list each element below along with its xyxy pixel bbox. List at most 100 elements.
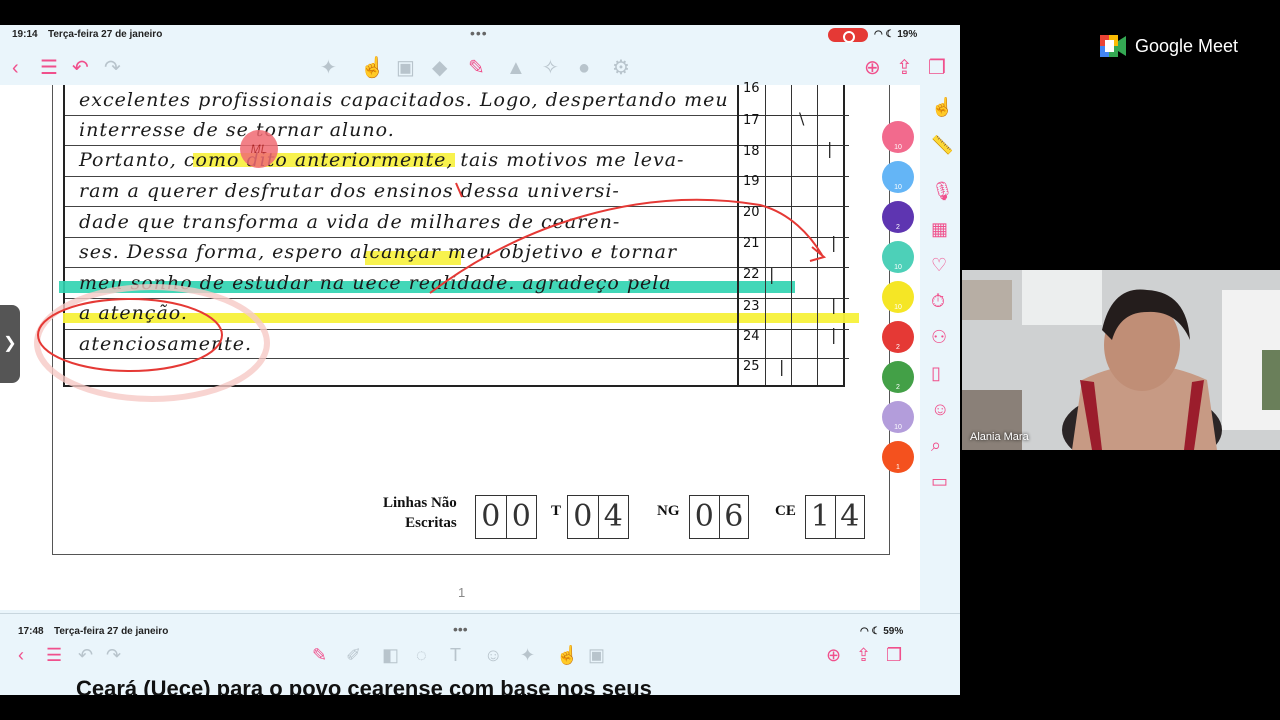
status-date: Terça-feira 27 de janeiro (48, 29, 163, 40)
battery-percent-2: 59% (883, 626, 904, 637)
google-meet-logo-icon (1100, 35, 1126, 57)
add-page-icon[interactable]: ⊕ (826, 642, 841, 668)
hand-icon[interactable]: ☝ (360, 55, 385, 81)
correction-stamp: ML (240, 130, 278, 168)
ng-label: NG (657, 503, 680, 519)
share-icon[interactable]: ⇪ (856, 642, 871, 668)
pen-swatch-orange[interactable] (882, 441, 914, 473)
ce-label: CE (775, 503, 796, 519)
participant-name: Alania Mara (970, 431, 1029, 443)
arrow-head (809, 246, 827, 262)
eraser-icon[interactable]: ◧ (382, 642, 399, 668)
glow-circle (34, 284, 270, 402)
linhas-score-box: 0 0 (475, 495, 537, 539)
participant-video[interactable]: Alania Mara (962, 270, 1280, 450)
status-battery: ◠ ☾ 19% (874, 29, 917, 40)
wifi-icon: ◠ ☾ (874, 29, 898, 40)
status-battery-2: ◠ ☾ 59% (860, 626, 903, 637)
lasso-icon[interactable]: ✦ (320, 55, 337, 81)
score-digit: 4 (840, 499, 860, 534)
meet-title: Google Meet (1135, 36, 1239, 56)
share-people-icon[interactable]: ⚇ (931, 327, 947, 348)
lasso-icon[interactable]: ◌ (416, 642, 427, 668)
pen-tool-icon[interactable]: ✎ (468, 55, 485, 81)
right-tool-strip: ☝ 📏 🎙 ▦ ♡ ⏱ ⚇ ▯ ☺ ⌕ ▭ ⚙ › (925, 85, 960, 695)
undo-icon[interactable]: ↶ (78, 642, 93, 668)
back-icon[interactable]: ‹ (12, 55, 19, 81)
score-digit: 0 (476, 496, 507, 538)
bookmark-icon[interactable]: ♡ (931, 255, 947, 276)
multitask-dots-icon[interactable]: ••• (453, 621, 468, 637)
second-ipad-bar: 17:48 Terça-feira 27 de janeiro ••• ◠ ☾ … (0, 613, 960, 695)
shapes-icon[interactable]: ✦ (520, 642, 535, 668)
document-icon[interactable]: ▯ (931, 363, 941, 384)
pen-swatch-pink[interactable] (882, 121, 914, 153)
hand-icon[interactable]: ☝ (556, 642, 578, 668)
microphone-icon[interactable]: 🎙 (931, 181, 954, 202)
score-digit: 4 (603, 499, 623, 534)
pen-swatch-green[interactable] (882, 361, 914, 393)
ng-score-box: 0 6 (689, 495, 749, 539)
menu-icon[interactable]: ☰ (46, 642, 62, 668)
highlighter-icon[interactable]: ▲ (506, 55, 526, 81)
presentation-icon[interactable]: ▭ (931, 471, 948, 492)
status-bar: 19:14 Terça-feira 27 de janeiro ••• ◠ ☾ … (0, 25, 960, 45)
t-score-box: 0 4 (567, 495, 629, 539)
pen-swatch-red[interactable] (882, 321, 914, 353)
shapes-icon[interactable]: ◆ (432, 55, 447, 81)
document-text-preview: Ceará (Uece) para o povo cearense com ba… (76, 676, 652, 695)
red-arrow-annotation (429, 198, 823, 294)
t-label: T (551, 503, 562, 519)
pen-swatch-blue[interactable] (882, 161, 914, 193)
ce-score-box: 1 4 (805, 495, 865, 539)
document-page[interactable]: ❯ excelentes profissionais capacitados. … (0, 81, 920, 610)
timer-icon[interactable]: ⏱ (931, 291, 945, 312)
red-circle-annotation (37, 298, 223, 372)
score-digit: 6 (724, 499, 744, 534)
page-number: 1 (458, 585, 466, 600)
pages-icon[interactable]: ❐ (928, 55, 946, 81)
mic-icon[interactable]: ● (578, 55, 590, 81)
wifi-icon: ◠ ☾ (860, 626, 884, 637)
text-icon[interactable]: T (450, 642, 461, 668)
multitask-dots-icon[interactable]: ••• (470, 25, 488, 41)
pen-swatch-teal[interactable] (882, 241, 914, 273)
sticker-icon[interactable]: ☺ (484, 642, 502, 668)
robot-icon[interactable]: ☺ (931, 399, 949, 420)
red-comma-mark (455, 182, 463, 198)
pencil-icon[interactable]: ✐ (346, 642, 361, 668)
add-page-icon[interactable]: ⊕ (864, 55, 881, 81)
score-digit: 0 (568, 496, 599, 538)
laser-icon[interactable]: ✧ (542, 55, 559, 81)
share-icon[interactable]: ⇪ (896, 55, 913, 81)
score-digit: 0 (690, 496, 720, 538)
menu-icon[interactable]: ☰ (40, 55, 58, 81)
image-icon[interactable]: ▣ (396, 55, 415, 81)
pen-swatch-purple[interactable] (882, 201, 914, 233)
status-time: 19:14 (12, 29, 38, 40)
screen-record-icon[interactable] (828, 28, 868, 43)
image-icon[interactable]: ▣ (588, 642, 605, 668)
redo-icon[interactable]: ↷ (106, 642, 121, 668)
pointer-icon[interactable]: ☝ (931, 97, 953, 118)
pages-icon[interactable]: ❐ (886, 642, 902, 668)
linhas-label: Linhas Não Escritas (383, 493, 457, 533)
pen-swatch-yellow[interactable] (882, 281, 914, 313)
score-digit: 1 (806, 496, 836, 538)
calculator-icon[interactable]: ▦ (931, 219, 948, 240)
redo-icon[interactable]: ↷ (104, 55, 121, 81)
undo-icon[interactable]: ↶ (72, 55, 89, 81)
score-digit: 0 (511, 499, 531, 534)
settings-icon[interactable]: ⚙ (612, 55, 630, 81)
battery-percent: 19% (897, 29, 918, 40)
pen-swatch-lavender[interactable] (882, 401, 914, 433)
linhas-label-2: Escritas (405, 515, 457, 531)
participant-video-frame (962, 270, 1280, 450)
back-icon[interactable]: ‹ (18, 642, 24, 668)
ipad-screen: 19:14 Terça-feira 27 de janeiro ••• ◠ ☾ … (0, 25, 960, 695)
ruler-icon[interactable]: 📏 (931, 135, 953, 156)
search-icon[interactable]: ⌕ (931, 435, 941, 456)
linhas-label-1: Linhas Não (383, 495, 457, 511)
notes-toolbar: ‹ ☰ ↶ ↷ ✦ ☝ ▣ ◆ ✎ ▲ ✧ ● ⚙ ⊕ ⇪ ❐ (0, 53, 960, 85)
pen-tool-icon[interactable]: ✎ (312, 642, 327, 668)
